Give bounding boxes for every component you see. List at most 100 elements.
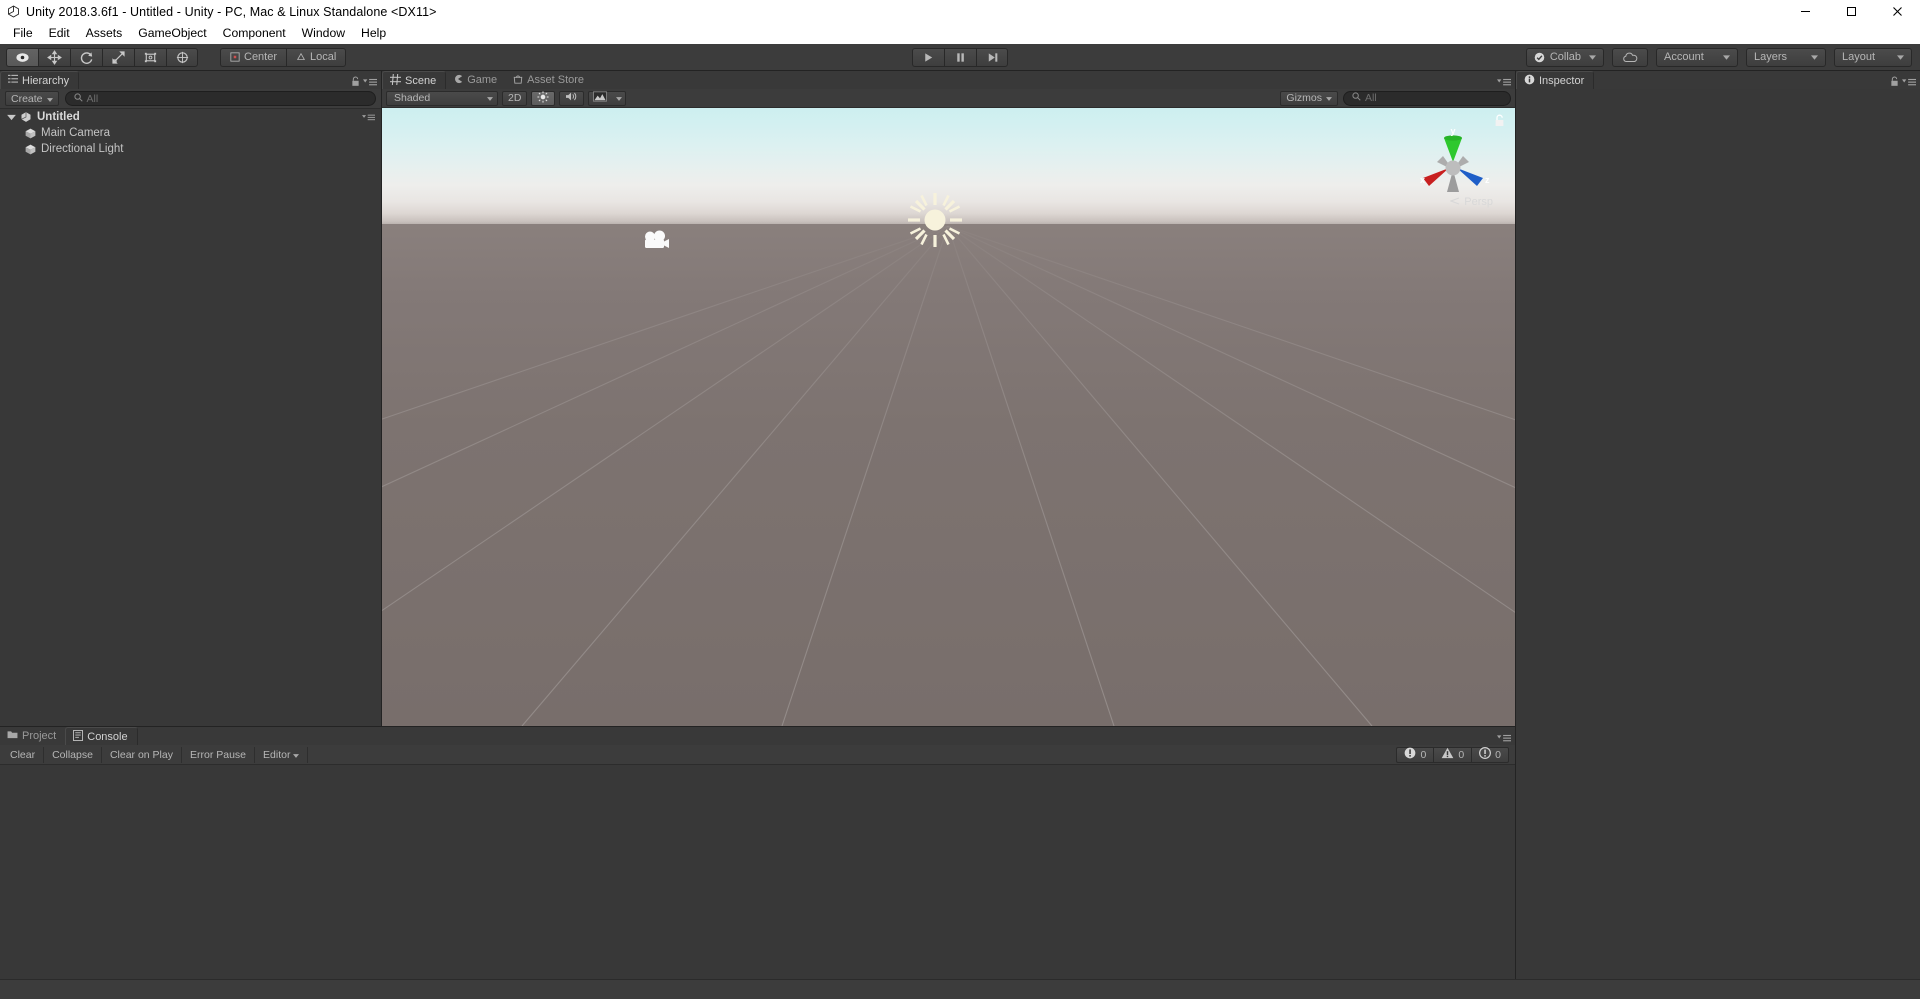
account-button[interactable]: Account <box>1656 47 1738 67</box>
scene-search-input[interactable]: All <box>1343 90 1511 106</box>
move-tool-button[interactable] <box>38 47 70 67</box>
create-button[interactable]: Create <box>5 91 59 106</box>
minimize-icon[interactable] <box>1782 0 1828 23</box>
menu-edit[interactable]: Edit <box>41 24 78 43</box>
chevron-down-icon <box>1897 51 1904 63</box>
divider-scene-inspector[interactable] <box>1515 71 1516 999</box>
tab-hierarchy[interactable]: Hierarchy <box>0 71 80 89</box>
clear-on-play-button[interactable]: Clear on Play <box>102 746 182 763</box>
layers-button[interactable]: Layers <box>1746 47 1826 67</box>
audio-icon <box>565 91 578 105</box>
error-count[interactable]: 0 <box>1396 746 1434 763</box>
layout-button[interactable]: Layout <box>1834 47 1912 67</box>
collapse-button[interactable]: Collapse <box>44 746 102 763</box>
hierarchy-scene-label: Untitled <box>37 111 80 123</box>
inspector-tab-tools <box>1890 74 1916 92</box>
svg-text:z: z <box>1485 175 1490 185</box>
divider-hierarchy-scene[interactable] <box>381 71 382 726</box>
menu-assets[interactable]: Assets <box>78 24 131 43</box>
lock-icon[interactable] <box>1890 74 1899 92</box>
toggle-audio-button[interactable] <box>559 90 585 106</box>
error-pause-button[interactable]: Error Pause <box>182 746 256 763</box>
scene-toolbar-right: Gizmos All <box>1280 90 1511 106</box>
toggle-lighting-button[interactable] <box>531 90 556 106</box>
scene-row-menu-icon[interactable] <box>362 113 375 122</box>
step-button[interactable] <box>976 47 1008 67</box>
hierarchy-item-main-camera[interactable]: Main Camera <box>0 125 381 141</box>
info-count[interactable]: 0 <box>1471 746 1509 763</box>
directional-light-sun-icon[interactable] <box>906 191 964 249</box>
scene-view-lock-icon[interactable] <box>1494 114 1505 132</box>
hierarchy-item-directional-light[interactable]: Directional Light <box>0 141 381 157</box>
tab-scene[interactable]: Scene <box>382 71 447 89</box>
menu-window[interactable]: Window <box>294 24 353 43</box>
lock-icon[interactable] <box>351 74 360 92</box>
panel-menu-icon[interactable] <box>1902 74 1916 92</box>
search-icon <box>1352 92 1361 104</box>
menu-file[interactable]: File <box>5 24 41 43</box>
account-label: Account <box>1664 51 1704 63</box>
tab-scene-label: Scene <box>405 74 437 87</box>
chevron-down-icon <box>293 749 300 761</box>
pause-icon <box>957 52 964 62</box>
layers-label: Layers <box>1754 51 1788 63</box>
error-pause-label: Error Pause <box>189 748 247 761</box>
transform-tool-button[interactable] <box>166 47 198 67</box>
draw-mode-dropdown[interactable]: Shaded <box>386 90 498 106</box>
tab-inspector[interactable]: Inspector <box>1516 71 1595 89</box>
console-tabbar: Project Console <box>0 727 1515 745</box>
console-icon <box>73 729 84 744</box>
search-icon <box>73 92 83 105</box>
foldout-triangle-icon[interactable] <box>5 114 18 121</box>
chevron-down-icon <box>1326 92 1332 104</box>
clear-button[interactable]: Clear <box>2 746 45 763</box>
window-controls <box>1782 0 1920 23</box>
hierarchy-search-placeholder: All <box>86 92 99 105</box>
info-count-value: 0 <box>1495 748 1501 761</box>
rect-tool-button[interactable] <box>134 47 166 67</box>
gizmos-label: Gizmos <box>1286 92 1322 104</box>
pivot-rotation-button[interactable]: Local <box>286 47 347 67</box>
console-log-list[interactable] <box>0 765 1515 999</box>
scale-tool-button[interactable] <box>102 47 134 67</box>
main-toolbar: Center Local Collab Account Layers Layou… <box>0 44 1920 71</box>
hierarchy-tree: Untitled Main Camera Directional Light <box>0 109 381 726</box>
pivot-controls-group: Center Local <box>220 47 347 67</box>
scene-viewport[interactable]: x y z Persp <box>382 108 1515 726</box>
camera-gizmo-icon[interactable] <box>642 230 672 254</box>
divider-scene-console[interactable] <box>0 726 1515 727</box>
tab-hierarchy-label: Hierarchy <box>22 74 70 87</box>
gameobject-cube-icon <box>22 127 38 140</box>
menu-gameobject[interactable]: GameObject <box>130 24 214 43</box>
maximize-icon[interactable] <box>1828 0 1874 23</box>
gizmos-dropdown[interactable]: Gizmos <box>1280 90 1338 106</box>
step-icon <box>988 52 997 62</box>
hierarchy-search-input[interactable]: All <box>64 91 376 106</box>
projection-mode-label[interactable]: Persp <box>1449 196 1493 208</box>
svg-text:x: x <box>1420 175 1425 185</box>
cloud-services-button[interactable] <box>1612 47 1648 67</box>
collab-button[interactable]: Collab <box>1525 47 1604 67</box>
tab-asset-store[interactable]: Asset Store <box>506 71 593 89</box>
tab-console[interactable]: Console <box>65 727 138 745</box>
rotate-tool-button[interactable] <box>70 47 102 67</box>
editor-dropdown[interactable]: Editor <box>255 746 309 763</box>
hierarchy-scene-row[interactable]: Untitled <box>0 109 381 125</box>
menu-help[interactable]: Help <box>353 24 394 43</box>
hand-tool-button[interactable] <box>6 47 38 67</box>
mode-2d-label: 2D <box>508 92 522 104</box>
tab-project[interactable]: Project <box>0 727 65 745</box>
menu-component[interactable]: Component <box>215 24 294 43</box>
play-button[interactable] <box>912 47 944 67</box>
pause-button[interactable] <box>944 47 976 67</box>
console-toolbar: Clear Collapse Clear on Play Error Pause… <box>0 745 1515 765</box>
close-icon[interactable] <box>1874 0 1920 23</box>
pivot-mode-button[interactable]: Center <box>220 47 287 67</box>
effects-dropdown[interactable] <box>588 90 627 106</box>
tab-game[interactable]: Game <box>446 71 506 89</box>
warning-count[interactable]: 0 <box>1433 746 1472 763</box>
error-icon <box>1404 747 1416 762</box>
toggle-2d-button[interactable]: 2D <box>502 90 528 106</box>
panel-menu-icon[interactable] <box>363 74 377 92</box>
persp-arrow-icon <box>1449 196 1460 208</box>
